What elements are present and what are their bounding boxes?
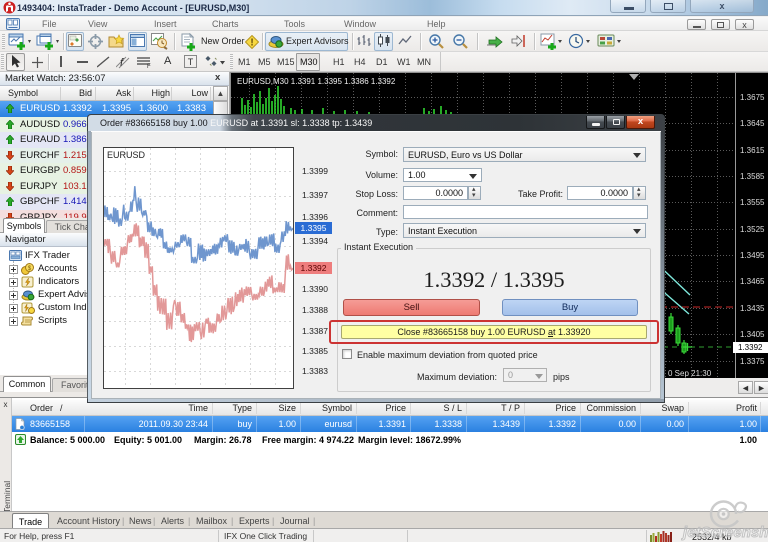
svg-text:1.3392: 1.3392 — [738, 343, 763, 352]
svg-text:!: ! — [250, 38, 253, 49]
svg-text:1.3585: 1.3585 — [740, 172, 765, 181]
svg-text:F: F — [147, 64, 151, 68]
svg-text:1.3405: 1.3405 — [740, 330, 765, 339]
svg-text:0 Sep 21:30: 0 Sep 21:30 — [668, 369, 712, 378]
svg-text:1.3465: 1.3465 — [740, 277, 765, 286]
svg-text:1.3555: 1.3555 — [740, 198, 765, 207]
svg-text:T: T — [188, 57, 194, 67]
svg-text:1.3525: 1.3525 — [740, 225, 765, 234]
svg-text:1.3375: 1.3375 — [740, 357, 765, 366]
svg-text:1.3675: 1.3675 — [740, 93, 765, 102]
svg-text:1.3645: 1.3645 — [740, 119, 765, 128]
svg-text:EURUSD,M30 1.3391 1.3395 1.33: EURUSD,M30 1.3391 1.3395 1.3386 1.3392 — [237, 77, 396, 86]
svg-text:1.3435: 1.3435 — [740, 304, 765, 313]
svg-text:1.3495: 1.3495 — [740, 251, 765, 260]
svg-text:1.3615: 1.3615 — [740, 146, 765, 155]
